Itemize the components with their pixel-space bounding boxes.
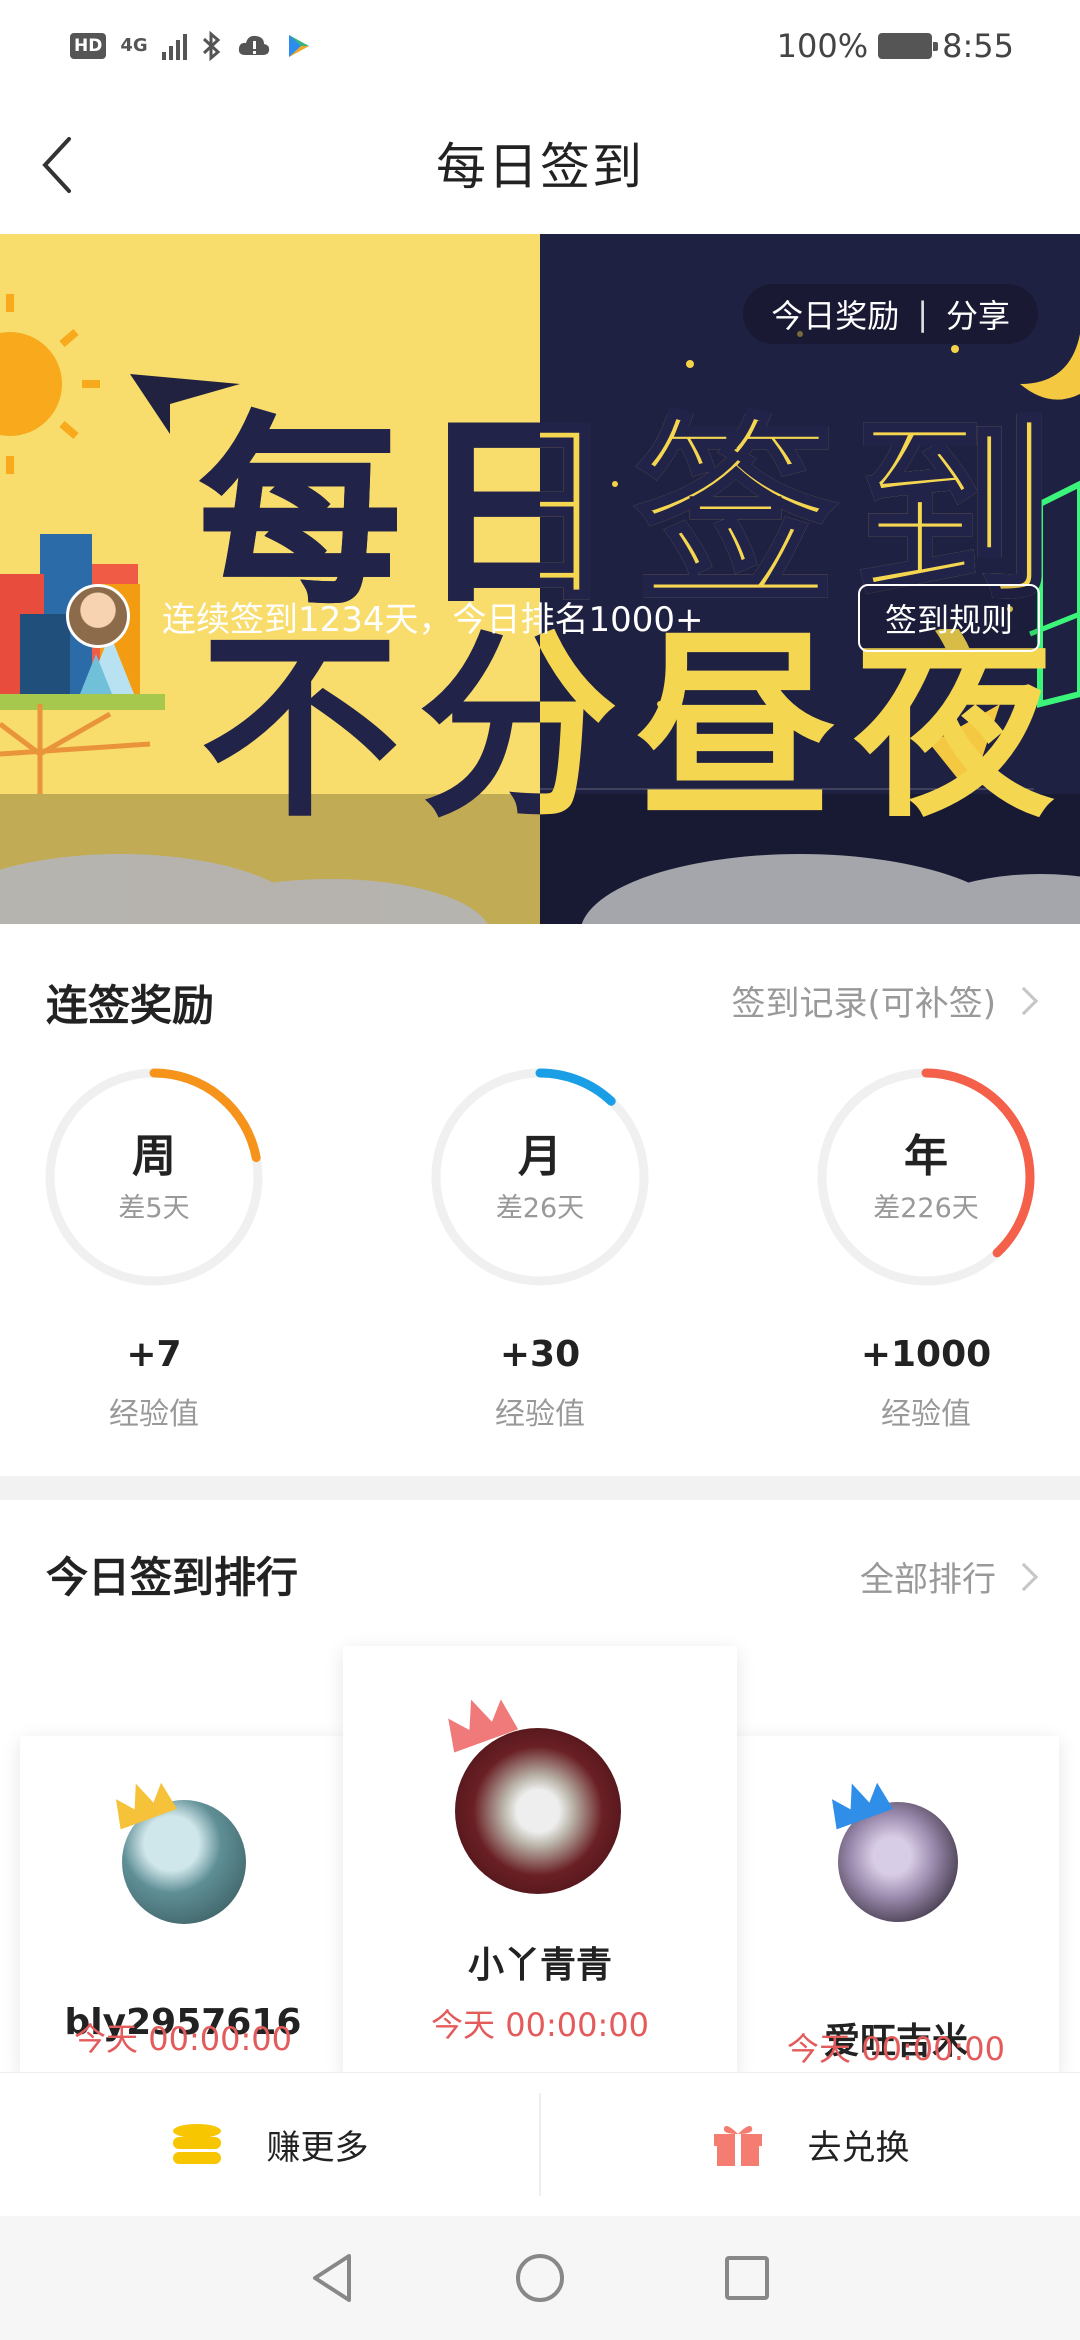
all-ranking-label: 全部排行 <box>860 1560 996 1600</box>
sign-in-rules-button[interactable]: 签到规则 <box>858 584 1040 652</box>
today-reward-link[interactable]: 今日奖励 <box>771 291 899 337</box>
all-ranking-link[interactable]: 全部排行 <box>860 1552 1039 1601</box>
status-left: HD 4G <box>70 31 313 61</box>
nav-back-button[interactable] <box>303 2248 363 2308</box>
back-button[interactable] <box>26 130 86 200</box>
reward-period: 周 <box>132 1131 176 1182</box>
reward-period: 月 <box>518 1131 562 1182</box>
bottom-action-bar: 赚更多 去兑换 <box>0 2072 1080 2216</box>
section-divider <box>0 1476 1080 1500</box>
reward-unit: 经验值 <box>881 1397 971 1432</box>
progress-ring: 周差5天 <box>41 1064 267 1290</box>
user-avatar[interactable] <box>66 584 130 648</box>
ranking-sign-time: 今天 00:00:00 <box>431 2006 649 2044</box>
hd-icon: HD <box>70 33 107 59</box>
status-bar: HD 4G 100% 8:55 <box>0 0 1080 92</box>
nav-back-icon <box>313 2254 352 2302</box>
earn-more-label: 赚更多 <box>266 2128 369 2168</box>
title-bar: 每日签到 <box>0 92 1080 234</box>
progress-ring: 年差226天 <box>813 1064 1039 1290</box>
crown-silver-icon <box>115 1782 177 1830</box>
page-title: 每日签到 <box>436 138 644 196</box>
reward-days-left: 差226天 <box>873 1193 979 1224</box>
exchange-button[interactable]: 去兑换 <box>541 2073 1080 2216</box>
status-right: 100% 8:55 <box>777 27 1014 65</box>
system-nav-bar <box>0 2216 1080 2340</box>
reward-days-left: 差26天 <box>495 1193 585 1224</box>
crown-gold-icon <box>448 1699 519 1753</box>
bluetooth-icon <box>202 31 220 61</box>
reward-value: +7 <box>126 1334 182 1375</box>
ranking-user-name: 小丫青青 <box>467 1945 612 1986</box>
reward-unit: 经验值 <box>109 1397 199 1432</box>
coins-icon <box>172 2123 221 2164</box>
reward-period: 年 <box>904 1131 948 1182</box>
nav-recents-button[interactable] <box>717 2248 777 2308</box>
reward-value: +1000 <box>860 1334 992 1375</box>
banner-headline-2: 不分昼夜 <box>200 612 1073 845</box>
battery-icon <box>878 33 939 59</box>
play-store-icon <box>288 35 309 57</box>
network-type: 4G <box>120 35 148 56</box>
gift-icon <box>713 2125 762 2166</box>
reward-share-pill: 今日奖励 | 分享 <box>743 284 1038 344</box>
share-link[interactable]: 分享 <box>946 291 1010 337</box>
clock: 8:55 <box>942 27 1014 65</box>
chevron-right-icon <box>1009 986 1039 1015</box>
nav-home-button[interactable] <box>510 2248 570 2308</box>
sign-in-record-label: 签到记录(可补签) <box>731 984 996 1024</box>
cloud-alert-icon <box>238 35 269 55</box>
pill-separator: | <box>917 295 928 333</box>
streak-status: 连续签到1234天，今日排名1000+ <box>162 600 704 640</box>
reward-value: +30 <box>499 1334 581 1375</box>
progress-ring: 月差26天 <box>427 1064 653 1290</box>
ranking-sign-time: 今天 00:00:00 <box>74 2020 292 2058</box>
reward-ring-1: 月差26天 +30 经验值 <box>420 1064 660 1433</box>
reward-ring-2: 年差226天 +1000 经验值 <box>806 1064 1046 1433</box>
crown-bronze-icon <box>831 1782 893 1830</box>
sign-in-banner: 每日签到 不分昼夜 今日奖励 | 分享 <box>0 234 1080 924</box>
chevron-right-icon <box>1009 1562 1039 1591</box>
sign-in-record-link[interactable]: 签到记录(可补签) <box>731 976 1039 1025</box>
reward-unit: 经验值 <box>495 1397 585 1432</box>
battery-percent: 100% <box>776 27 869 65</box>
back-arrow-icon <box>42 137 71 193</box>
nav-recents-icon <box>724 2256 769 2300</box>
exchange-label: 去兑换 <box>807 2128 910 2168</box>
earn-more-button[interactable]: 赚更多 <box>0 2073 539 2216</box>
streak-rewards-title: 连签奖励 <box>46 981 215 1030</box>
ranking-sign-time: 今天 00:00:00 <box>787 2030 1005 2068</box>
reward-days-left: 差5天 <box>118 1193 190 1224</box>
sign-in-page: HD 4G 100% 8:55 每日签到 每日签到 不分昼夜 今日奖励 | 分享… <box>0 0 1080 2340</box>
reward-ring-0: 周差5天 +7 经验值 <box>34 1064 274 1433</box>
nav-home-icon <box>515 2254 564 2302</box>
signal-icon <box>161 32 187 60</box>
daily-ranking-title: 今日签到排行 <box>46 1553 299 1602</box>
